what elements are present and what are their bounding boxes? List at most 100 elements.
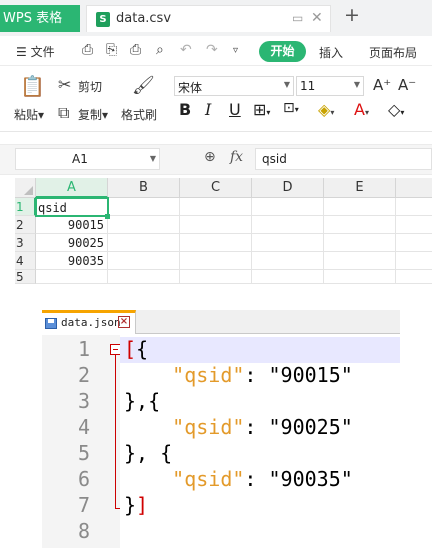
line-number: 4 (77, 415, 90, 439)
cell-f1[interactable] (396, 198, 432, 216)
cell-d2[interactable] (252, 216, 324, 234)
font-color-button[interactable]: A▾ (354, 100, 369, 119)
file-tab[interactable]: S data.csv ▭ ✕ (86, 5, 331, 32)
cell-e1[interactable] (324, 198, 396, 216)
cell-c3[interactable] (180, 234, 252, 252)
colon: : (244, 363, 269, 387)
cell-f4[interactable] (396, 252, 432, 270)
cell-a4[interactable]: 90035 (36, 252, 108, 270)
cell-b5[interactable] (108, 270, 180, 284)
column-header-b[interactable]: B (108, 178, 180, 198)
underline-button[interactable]: U (229, 100, 241, 119)
row-header-5[interactable]: 5 (15, 270, 36, 284)
merge-icon[interactable]: ⊡▾ (283, 100, 299, 116)
fx-icon[interactable]: fx (230, 149, 243, 165)
zoom-icon[interactable]: ⊕ (204, 149, 216, 165)
line-number: 1 (77, 337, 90, 361)
app-tab[interactable]: WPS 表格 (0, 5, 80, 32)
row-header-2[interactable]: 2 (15, 216, 36, 234)
cut-button[interactable]: 剪切 (78, 78, 102, 95)
copy-icon[interactable]: ⧉ (58, 103, 69, 123)
json-key: "qsid" (172, 467, 245, 491)
copy-label: 复制 (78, 108, 103, 122)
formula-bar-area: A1 ▼ ⊕ fx qsid (0, 132, 432, 178)
customize-icon[interactable]: ▿ (233, 45, 238, 56)
line-number: 8 (77, 519, 90, 543)
undo-icon[interactable]: ↶ (180, 42, 192, 58)
cell-a1[interactable]: qsid (35, 197, 109, 217)
cell-f5[interactable] (396, 270, 432, 284)
code-line-5: }, { (124, 441, 173, 465)
cell-d1[interactable] (252, 198, 324, 216)
column-header-c[interactable]: C (180, 178, 252, 198)
cell-b4[interactable] (108, 252, 180, 270)
fill-color-icon[interactable]: ◈▾ (318, 100, 334, 119)
row-header-4[interactable]: 4 (15, 252, 36, 270)
row-header-1[interactable]: 1 (15, 198, 36, 216)
font-name-select[interactable]: 宋体 ▼ (174, 76, 294, 96)
preview-icon[interactable]: ⌕ (156, 42, 164, 58)
code-line-4: "qsid": "90025" (124, 415, 353, 439)
cell-d3[interactable] (252, 234, 324, 252)
save-icon[interactable]: ⎙ (82, 42, 93, 58)
format-painter-icon[interactable]: 🖌 (132, 75, 155, 96)
close-tab-icon[interactable]: ✕ (311, 10, 323, 26)
cell-b3[interactable] (108, 234, 180, 252)
tab-start[interactable]: 开始 (259, 41, 306, 62)
borders-icon[interactable]: ⊞▾ (253, 100, 270, 119)
cell-c1[interactable] (180, 198, 252, 216)
cell-e2[interactable] (324, 216, 396, 234)
editor-tab-bar: data.json × (42, 310, 400, 334)
tab-page-layout[interactable]: 页面布局 (369, 44, 417, 61)
code-editor[interactable]: [{ "qsid": "90015" },{ "qsid": "90025" }… (120, 335, 400, 548)
line-number-gutter: 1 2 3 4 5 6 7 8 (42, 335, 100, 548)
shrink-font-button[interactable]: A⁻ (398, 76, 416, 94)
cell-b2[interactable] (108, 216, 180, 234)
cell-a5[interactable] (36, 270, 108, 284)
column-header-a[interactable]: A (36, 178, 108, 198)
cell-f3[interactable] (396, 234, 432, 252)
cell-b1[interactable] (108, 198, 180, 216)
pin-icon[interactable]: ▭ (292, 11, 303, 25)
format-painter-button[interactable]: 格式刷 (121, 106, 157, 123)
cell-c5[interactable] (180, 270, 252, 284)
column-header-e[interactable]: E (324, 178, 396, 198)
cell-f2[interactable] (396, 216, 432, 234)
copy-button[interactable]: 复制▾ (78, 106, 108, 123)
cut-icon[interactable]: ✂ (58, 75, 71, 94)
tab-insert[interactable]: 插入 (319, 44, 343, 61)
cell-c2[interactable] (180, 216, 252, 234)
row-header-3[interactable]: 3 (15, 234, 36, 252)
cell-d5[interactable] (252, 270, 324, 284)
cell-e4[interactable] (324, 252, 396, 270)
column-header-f[interactable] (396, 178, 432, 198)
paste-icon[interactable]: 📋 (20, 74, 45, 98)
cell-c4[interactable] (180, 252, 252, 270)
export-icon[interactable]: ⎘ (106, 42, 117, 58)
column-header-d[interactable]: D (252, 178, 324, 198)
grow-font-button[interactable]: A⁺ (373, 76, 391, 94)
formula-input[interactable]: qsid (255, 148, 432, 170)
select-all-corner[interactable] (15, 178, 36, 198)
font-size-select[interactable]: 11 ▼ (296, 76, 364, 96)
code-line-6: "qsid": "90035" (124, 467, 353, 491)
cell-d4[interactable] (252, 252, 324, 270)
tab-data-json[interactable]: data.json × (42, 310, 136, 334)
font-color-glyph: A (354, 100, 365, 119)
italic-button[interactable]: I (205, 100, 211, 119)
menu-file[interactable]: ☰ 文件 (16, 43, 55, 60)
name-box[interactable]: A1 ▼ (15, 148, 160, 170)
fill-handle[interactable] (105, 214, 110, 219)
cell-a3[interactable]: 90025 (36, 234, 108, 252)
font-name-value: 宋体 (178, 81, 203, 95)
new-tab-icon[interactable]: + (344, 4, 360, 26)
close-icon[interactable]: × (118, 316, 130, 328)
print-icon[interactable]: ⎙ (130, 42, 141, 58)
paste-button[interactable]: 粘贴▾ (14, 106, 44, 123)
cell-a2[interactable]: 90015 (36, 216, 108, 234)
cell-e5[interactable] (324, 270, 396, 284)
cell-e3[interactable] (324, 234, 396, 252)
redo-icon[interactable]: ↷ (206, 42, 218, 58)
bold-button[interactable]: B (179, 100, 191, 119)
clear-format-icon[interactable]: ◇▾ (388, 100, 404, 119)
